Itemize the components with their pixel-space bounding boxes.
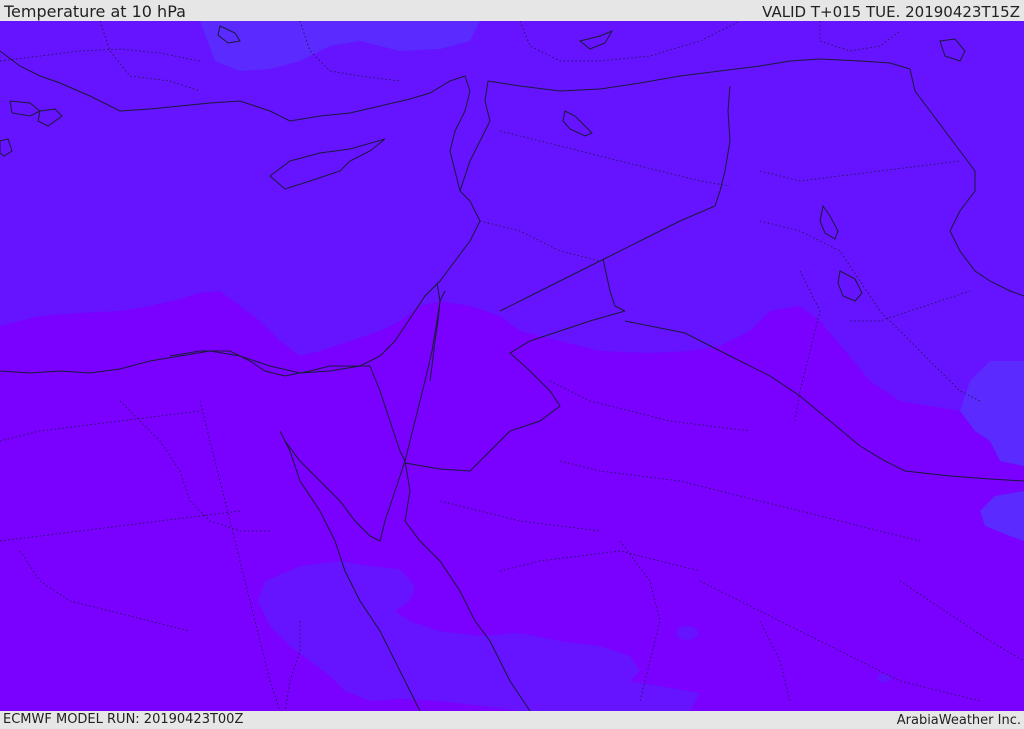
model-run-label: ECMWF MODEL RUN: 20190423T00Z <box>3 712 244 727</box>
map-figure: Temperature at 10 hPa VALID T+015 TUE. 2… <box>0 0 1024 729</box>
map-title: Temperature at 10 hPa <box>4 2 186 21</box>
credit-label: ArabiaWeather Inc. <box>896 713 1021 728</box>
map-canvas <box>0 21 1024 711</box>
footer-bar: ECMWF MODEL RUN: 20190423T00Z ArabiaWeat… <box>0 711 1024 729</box>
temperature-patch-tiny <box>877 674 891 682</box>
valid-time-label: VALID T+015 TUE. 20190423T15Z <box>762 3 1020 21</box>
temperature-field-map <box>0 21 1024 711</box>
temperature-patch-small <box>676 626 698 640</box>
header-bar: Temperature at 10 hPa VALID T+015 TUE. 2… <box>0 0 1024 21</box>
